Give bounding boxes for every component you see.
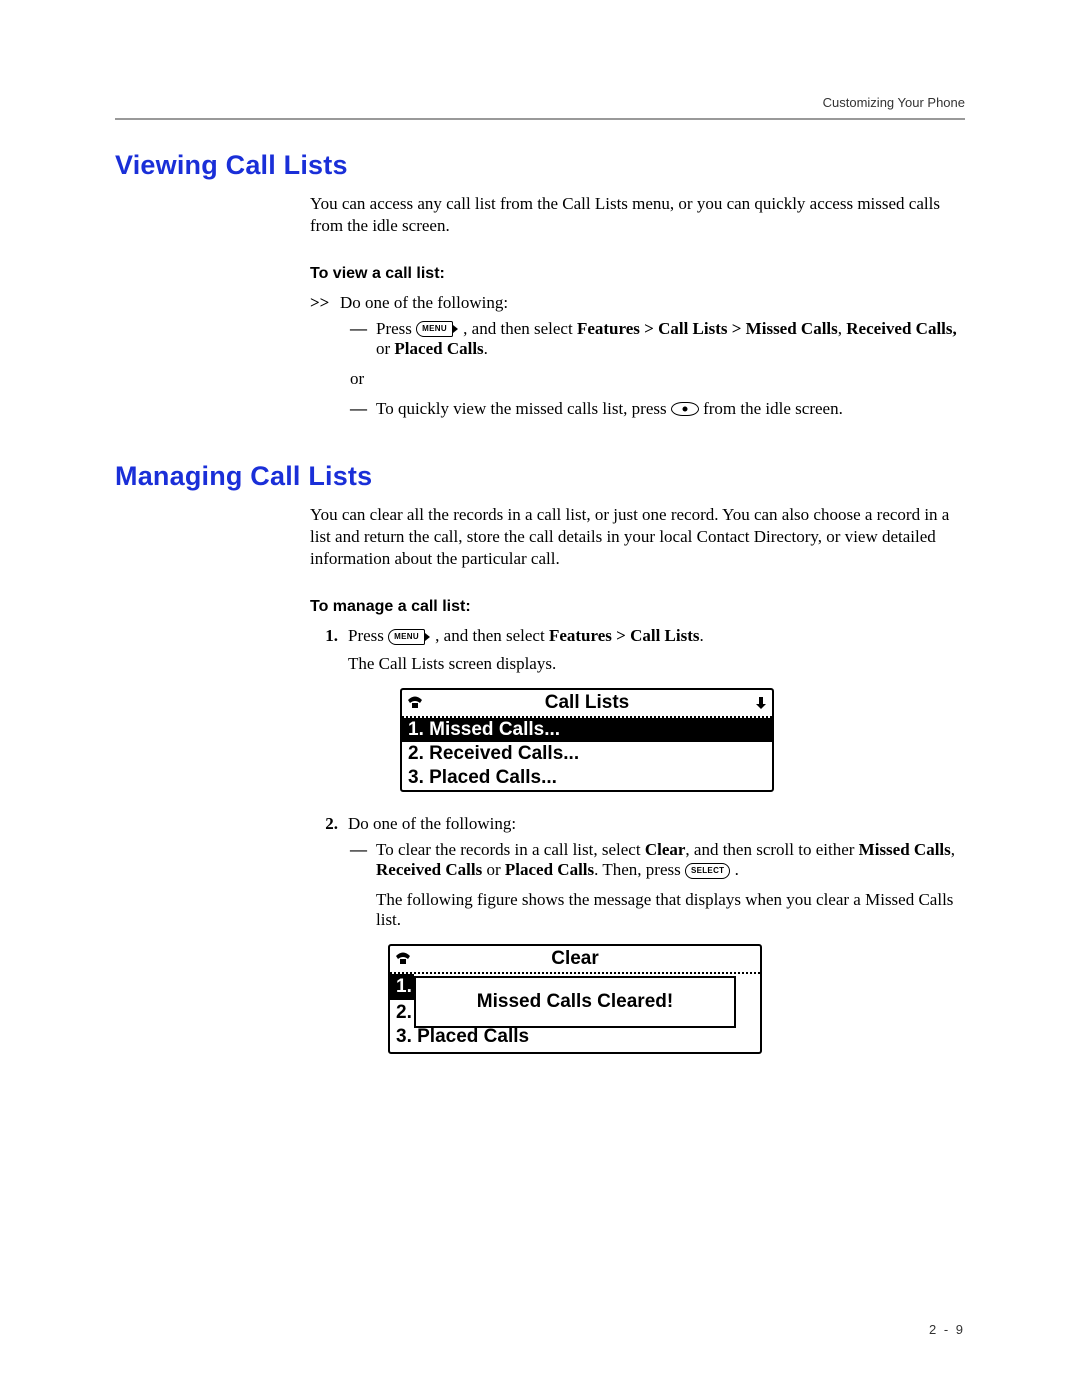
lcd-call-lists: Call Lists 1. Missed Calls... 2. Receive…	[400, 688, 774, 792]
viewing-block: You can access any call list from the Ca…	[310, 193, 965, 419]
content: Viewing Call Lists You can access any ca…	[115, 150, 965, 1070]
dash-icon: —	[350, 840, 376, 860]
step-number: 1.	[310, 626, 348, 646]
text: Press	[348, 626, 388, 645]
viewing-item-2: — To quickly view the missed calls list,…	[350, 399, 965, 419]
text-bold: Received Calls	[376, 860, 482, 879]
select-key-icon: SELECT	[685, 863, 730, 879]
subhead-to-view: To view a call list:	[310, 265, 965, 283]
nav-path: Features > Call Lists > Missed Calls	[577, 319, 838, 338]
or-text: or	[350, 369, 965, 389]
managing-block: You can clear all the records in a call …	[310, 504, 965, 1070]
dash-icon: —	[350, 399, 376, 419]
text: . Then, press	[594, 860, 685, 879]
phone-icon	[406, 694, 424, 716]
text: .	[735, 860, 739, 879]
page: Customizing Your Phone Viewing Call List…	[0, 0, 1080, 1397]
managing-sublist: — To clear the records in a call list, s…	[350, 840, 965, 1070]
text-bold: Missed Calls	[859, 840, 951, 859]
text: or	[376, 339, 394, 358]
heading-managing-call-lists: Managing Call Lists	[115, 461, 965, 492]
text: from the idle screen.	[703, 399, 843, 418]
text: ,	[838, 319, 847, 338]
lcd-row: 2. Received Calls...	[402, 742, 772, 766]
text: , and then select	[463, 319, 577, 338]
lcd-title-text: Call Lists	[545, 692, 629, 714]
page-number: 2 - 9	[929, 1322, 965, 1337]
lcd-body: 1. 2. Missed Calls Cleared! 3. Placed Ca…	[390, 974, 760, 1052]
lcd-title: Clear	[390, 946, 760, 974]
nav-path: Received Calls,	[846, 319, 956, 338]
text: , and then select	[435, 626, 549, 645]
managing-step-2-body: Do one of the following:	[348, 814, 965, 834]
menu-key-icon: MENU	[388, 629, 425, 645]
text-bold: Clear	[645, 840, 686, 859]
viewing-step: >> Do one of the following:	[310, 293, 965, 313]
viewing-item-1-body: Press MENU , and then select Features > …	[376, 319, 965, 359]
down-arrow-icon	[754, 694, 768, 716]
text: or	[482, 860, 505, 879]
step-number: 2.	[310, 814, 348, 834]
lcd-num-selected: 1.	[390, 974, 414, 1000]
lcd-body: 1. Missed Calls... 2. Received Calls... …	[402, 718, 772, 790]
managing-intro: You can clear all the records in a call …	[310, 504, 965, 570]
lcd-message-box: Missed Calls Cleared!	[414, 976, 736, 1028]
menu-key-icon: MENU	[416, 321, 453, 337]
nav-key-icon	[671, 402, 699, 416]
viewing-sublist: — Press MENU , and then select Features …	[350, 319, 965, 419]
lcd-row: 3. Placed Calls...	[402, 766, 772, 790]
lcd-title: Call Lists	[402, 690, 772, 718]
lcd-row: 3. Placed Calls	[390, 1026, 760, 1048]
managing-step-1-body: Press MENU , and then select Features > …	[348, 626, 965, 808]
text: .	[484, 339, 488, 358]
lcd-clear-confirm: Clear 1. 2. Missed Calls Cleared! 3. Pla…	[388, 944, 762, 1054]
text: , and then scroll to either	[685, 840, 858, 859]
text: To clear the records in a call list, sel…	[376, 840, 645, 859]
header-rule	[115, 118, 965, 120]
nav-path: Placed Calls	[394, 339, 483, 358]
viewing-step-text: Do one of the following:	[340, 293, 965, 313]
managing-step-1: 1. Press MENU , and then select Features…	[310, 626, 965, 808]
lcd-row-selected: 1. Missed Calls...	[402, 718, 772, 742]
viewing-item-2-body: To quickly view the missed calls list, p…	[376, 399, 965, 419]
managing-item-clear-body: To clear the records in a call list, sel…	[376, 840, 965, 1070]
viewing-item-1: — Press MENU , and then select Features …	[350, 319, 965, 359]
dash-icon: —	[350, 319, 376, 339]
managing-step-2: 2. Do one of the following:	[310, 814, 965, 834]
header-section-label: Customizing Your Phone	[823, 95, 965, 110]
text: The following figure shows the message t…	[376, 890, 953, 929]
phone-icon	[394, 950, 412, 972]
text: .	[700, 626, 704, 645]
text: ,	[951, 840, 955, 859]
heading-viewing-call-lists: Viewing Call Lists	[115, 150, 965, 181]
subhead-to-manage: To manage a call list:	[310, 598, 965, 616]
text: The Call Lists screen displays.	[348, 654, 556, 673]
lcd-title-text: Clear	[551, 948, 599, 970]
viewing-intro: You can access any call list from the Ca…	[310, 193, 965, 237]
text: To quickly view the missed calls list, p…	[376, 399, 671, 418]
text-bold: Placed Calls	[505, 860, 594, 879]
lcd-left-column: 1. 2.	[390, 974, 414, 1026]
nav-path: Features > Call Lists	[549, 626, 700, 645]
text: Press	[376, 319, 416, 338]
step-marker-arrows: >>	[310, 293, 340, 313]
managing-item-clear: — To clear the records in a call list, s…	[350, 840, 965, 1070]
lcd-num: 2.	[390, 1000, 414, 1026]
